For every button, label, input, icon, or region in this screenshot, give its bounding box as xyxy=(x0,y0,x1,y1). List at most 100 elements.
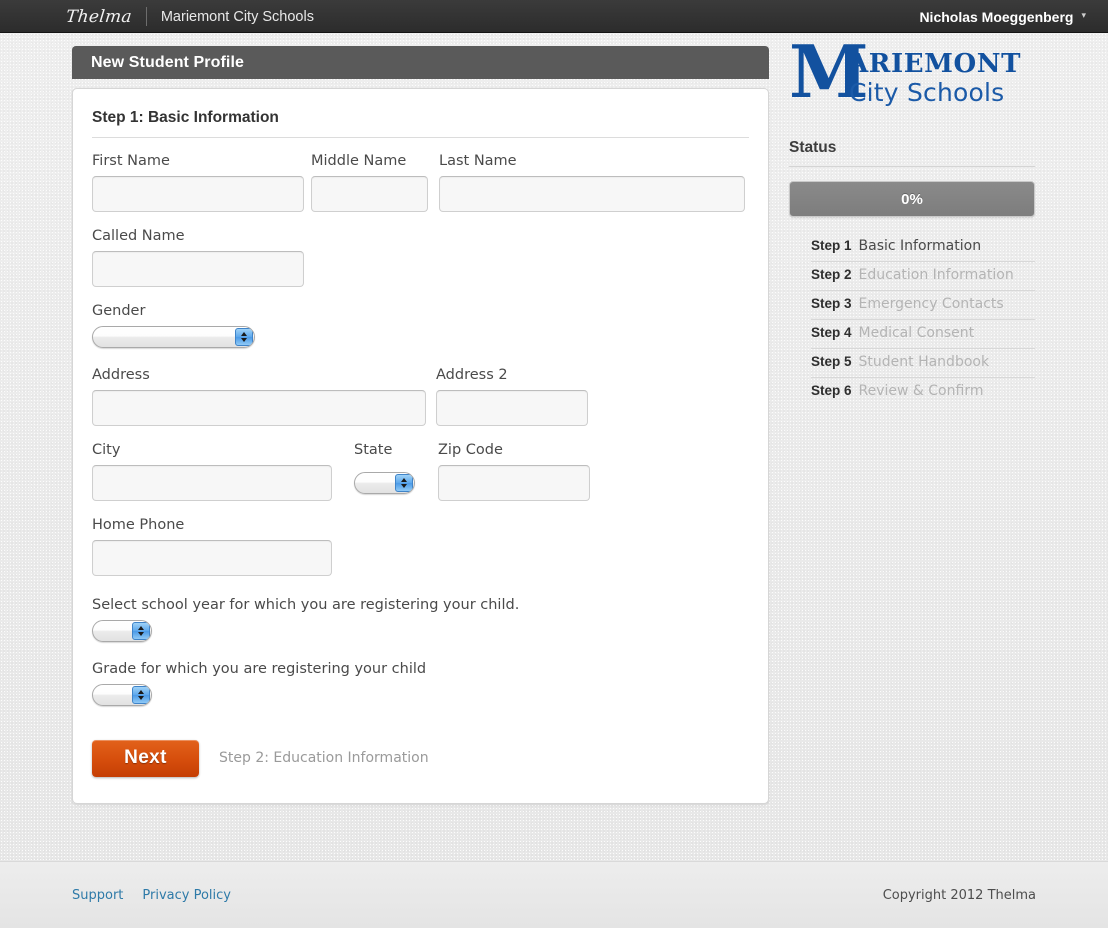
page-body: New Student Profile Step 1: Basic Inform… xyxy=(0,33,1108,861)
first-name-label: First Name xyxy=(92,154,304,170)
step-list: Step 1 Basic Information Step 2 Educatio… xyxy=(789,233,1035,406)
brand-divider xyxy=(146,7,147,26)
state-label: State xyxy=(354,443,415,459)
user-name-label: Nicholas Moeggenberg xyxy=(919,9,1073,25)
last-name-group: Last Name xyxy=(439,154,745,212)
page-title: New Student Profile xyxy=(91,54,244,72)
step-title: Medical Consent xyxy=(859,325,975,341)
step-list-item-1[interactable]: Step 1 Basic Information xyxy=(811,233,1035,262)
address-row: Address Address 2 xyxy=(92,368,749,426)
grade-group: Grade for which you are registering your… xyxy=(92,662,426,706)
thelma-logo: Thelma xyxy=(65,7,133,27)
called-name-row: Called Name xyxy=(92,229,749,287)
address2-input[interactable] xyxy=(436,390,588,426)
gender-row: Gender xyxy=(92,304,749,348)
footer: Support Privacy Policy Copyright 2012 Th… xyxy=(0,861,1108,928)
address2-group: Address 2 xyxy=(436,368,588,426)
stepper-arrows-icon xyxy=(132,686,150,704)
address2-label: Address 2 xyxy=(436,368,588,384)
footer-inner: Support Privacy Policy Copyright 2012 Th… xyxy=(72,888,1036,903)
zip-label: Zip Code xyxy=(438,443,590,459)
address-label: Address xyxy=(92,368,426,384)
next-step-hint: Step 2: Education Information xyxy=(219,750,429,766)
city-group: City xyxy=(92,443,332,501)
logo-wordmark: ARIEMONT xyxy=(848,51,1021,77)
progress-bar: 0% xyxy=(789,181,1035,217)
zip-group: Zip Code xyxy=(438,443,590,501)
step-list-item-3[interactable]: Step 3 Emergency Contacts xyxy=(811,291,1035,320)
first-name-input[interactable] xyxy=(92,176,304,212)
grade-label: Grade for which you are registering your… xyxy=(92,662,426,678)
support-link[interactable]: Support xyxy=(72,888,123,903)
mariemont-logo: M ARIEMONT City Schools xyxy=(789,41,1035,113)
first-name-group: First Name xyxy=(92,154,304,212)
step-number: Step 5 xyxy=(811,354,852,369)
city-state-zip-row: City State Zip Code xyxy=(92,443,749,501)
status-title: Status xyxy=(789,139,1035,157)
privacy-policy-link[interactable]: Privacy Policy xyxy=(142,888,231,903)
called-name-group: Called Name xyxy=(92,229,304,287)
called-name-label: Called Name xyxy=(92,229,304,245)
district-name: Mariemont City Schools xyxy=(161,9,314,25)
chevron-down-icon: ▾ xyxy=(1081,12,1086,21)
step-number: Step 3 xyxy=(811,296,852,311)
step-list-item-5[interactable]: Step 5 Student Handbook xyxy=(811,349,1035,378)
step-title: Education Information xyxy=(859,267,1014,283)
middle-name-group: Middle Name xyxy=(311,154,428,212)
next-button[interactable]: Next xyxy=(92,740,199,777)
step-list-item-2[interactable]: Step 2 Education Information xyxy=(811,262,1035,291)
step-heading: Step 1: Basic Information xyxy=(92,109,749,127)
home-phone-group: Home Phone xyxy=(92,518,332,576)
city-label: City xyxy=(92,443,332,459)
last-name-input[interactable] xyxy=(439,176,745,212)
step-title: Basic Information xyxy=(859,238,982,254)
status-divider xyxy=(789,166,1035,167)
last-name-label: Last Name xyxy=(439,154,745,170)
grade-row: Grade for which you are registering your… xyxy=(92,662,749,706)
sidebar: M ARIEMONT City Schools Status 0% Step 1… xyxy=(789,41,1035,406)
step-title: Student Handbook xyxy=(859,354,990,370)
stepper-arrows-icon xyxy=(395,474,413,492)
card-title-bar: New Student Profile xyxy=(72,46,769,79)
step-list-item-4[interactable]: Step 4 Medical Consent xyxy=(811,320,1035,349)
called-name-input[interactable] xyxy=(92,251,304,287)
step-list-item-6[interactable]: Step 6 Review & Confirm xyxy=(811,378,1035,406)
step-number: Step 4 xyxy=(811,325,852,340)
address-input[interactable] xyxy=(92,390,426,426)
step-number: Step 2 xyxy=(811,267,852,282)
gender-group: Gender xyxy=(92,304,255,348)
home-phone-label: Home Phone xyxy=(92,518,332,534)
name-row: First Name Middle Name Last Name xyxy=(92,154,749,212)
step-title: Emergency Contacts xyxy=(859,296,1004,312)
state-select[interactable] xyxy=(354,472,415,494)
stepper-arrows-icon xyxy=(235,328,253,346)
form-card: Step 1: Basic Information First Name Mid… xyxy=(72,88,769,804)
middle-name-label: Middle Name xyxy=(311,154,428,170)
next-row: Next Step 2: Education Information xyxy=(92,740,749,777)
zip-input[interactable] xyxy=(438,465,590,501)
school-year-group: Select school year for which you are reg… xyxy=(92,598,519,642)
stepper-arrows-icon xyxy=(132,622,150,640)
step-number: Step 6 xyxy=(811,383,852,398)
home-phone-input[interactable] xyxy=(92,540,332,576)
state-group: State xyxy=(354,443,415,494)
address-group: Address xyxy=(92,368,426,426)
grade-select[interactable] xyxy=(92,684,152,706)
home-phone-row: Home Phone xyxy=(92,518,749,576)
form-column: New Student Profile Step 1: Basic Inform… xyxy=(72,46,769,804)
user-menu[interactable]: Nicholas Moeggenberg ▾ xyxy=(919,0,1086,33)
gender-label: Gender xyxy=(92,304,255,320)
step-number: Step 1 xyxy=(811,238,852,253)
middle-name-input[interactable] xyxy=(311,176,428,212)
step-title: Review & Confirm xyxy=(859,383,984,399)
logo-subtitle: City Schools xyxy=(849,79,1004,106)
progress-percent-label: 0% xyxy=(901,191,923,208)
gender-select[interactable] xyxy=(92,326,255,348)
city-input[interactable] xyxy=(92,465,332,501)
brand-lockup[interactable]: Thelma Mariemont City Schools xyxy=(66,0,314,33)
heading-divider xyxy=(92,137,749,138)
school-year-label: Select school year for which you are reg… xyxy=(92,598,519,614)
school-year-select[interactable] xyxy=(92,620,152,642)
copyright-text: Copyright 2012 Thelma xyxy=(883,888,1036,903)
school-year-row: Select school year for which you are reg… xyxy=(92,598,749,642)
